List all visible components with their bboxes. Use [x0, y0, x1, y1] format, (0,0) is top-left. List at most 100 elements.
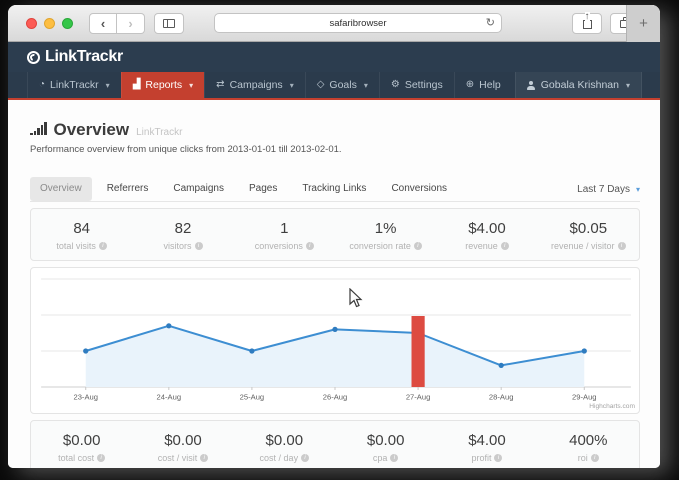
- info-icon[interactable]: i: [195, 242, 203, 250]
- stat-label-text: conversion rate: [349, 241, 411, 251]
- stat-label-text: revenue: [465, 241, 498, 251]
- stat-label-text: total cost: [58, 453, 94, 463]
- browser-window: ‹ › safaribrowser ↻ + LinkTrackr: [8, 5, 660, 468]
- x-axis-label: 24-Aug: [157, 393, 182, 402]
- tab-pages[interactable]: Pages: [239, 177, 287, 201]
- stat-label: cost / dayi: [234, 453, 335, 463]
- tab-referrers[interactable]: Referrers: [97, 177, 159, 201]
- back-button[interactable]: ‹: [89, 13, 117, 34]
- nav-item-label: Help: [479, 79, 501, 91]
- stat-label: visitorsi: [132, 241, 233, 251]
- help-icon: ⊕: [466, 80, 474, 90]
- nav-item-settings[interactable]: ⚙Settings: [379, 72, 454, 98]
- stat-label: total visitsi: [31, 241, 132, 251]
- info-icon[interactable]: i: [390, 454, 398, 462]
- globe-icon: ◔: [39, 80, 45, 90]
- nav-item-help[interactable]: ⊕ Help: [454, 72, 512, 98]
- x-axis-label: 28-Aug: [489, 393, 514, 402]
- stat-label: cpai: [335, 453, 436, 463]
- address-text: safaribrowser: [329, 18, 386, 29]
- nav-item-campaigns[interactable]: ⇄ Campaigns ▾: [204, 72, 305, 98]
- info-icon[interactable]: i: [591, 454, 599, 462]
- browser-toolbar: ‹ › safaribrowser ↻ +: [8, 5, 660, 42]
- stat-value: $4.00: [436, 220, 537, 237]
- stat-label: roii: [538, 453, 639, 463]
- web-page: LinkTrackr ◔LinkTrackr▾▟Reports▾⇄Campaig…: [8, 42, 660, 468]
- reload-icon[interactable]: ↻: [486, 14, 495, 33]
- x-axis-label: 27-Aug: [406, 393, 431, 402]
- date-range-dropdown[interactable]: Last 7 Days ▾: [577, 184, 640, 195]
- stat-total-visits: 84 total visitsi: [31, 220, 132, 251]
- sidebar-icon: [163, 19, 175, 28]
- logo-text: LinkTrackr: [45, 48, 123, 66]
- site-header: LinkTrackr: [8, 42, 660, 72]
- stat-label: profiti: [436, 453, 537, 463]
- info-icon[interactable]: i: [414, 242, 422, 250]
- stat-cost-day: $0.00 cost / dayi: [234, 432, 335, 463]
- nav-item-label: Campaigns: [230, 79, 283, 91]
- stat-total-cost: $0.00 total costi: [31, 432, 132, 463]
- stat-label-text: revenue / visitor: [551, 241, 615, 251]
- page-title-suffix: LinkTrackr: [136, 127, 182, 138]
- stat-visitors: 82 visitorsi: [132, 220, 233, 251]
- stat-value: $0.00: [234, 432, 335, 449]
- close-button[interactable]: [26, 18, 37, 29]
- share-button[interactable]: [572, 13, 602, 34]
- nav-item-label: Settings: [405, 79, 443, 91]
- user-menu-label: Gobala Krishnan: [541, 79, 619, 91]
- stat-value: 84: [31, 220, 132, 237]
- nav-item-label: LinkTrackr: [50, 79, 99, 91]
- x-axis-label: 29-Aug: [572, 393, 597, 402]
- site-logo[interactable]: LinkTrackr: [27, 48, 123, 66]
- info-icon[interactable]: i: [618, 242, 626, 250]
- nav-item-reports[interactable]: ▟Reports▾: [121, 72, 204, 98]
- minimize-button[interactable]: [44, 18, 55, 29]
- chevron-down-icon: ▾: [106, 81, 110, 90]
- stats-panel-top: 84total visitsi82visitorsi1conversionsi1…: [30, 208, 640, 261]
- page-title: Overview: [54, 120, 130, 140]
- nav-item-linktrackr[interactable]: ◔ LinkTrackr ▾: [27, 72, 121, 98]
- tab-overview[interactable]: Overview: [30, 177, 92, 201]
- stat-label-text: cost / visit: [158, 453, 198, 463]
- info-icon[interactable]: i: [501, 242, 509, 250]
- shuffle-icon: ⇄: [216, 80, 224, 90]
- new-tab-button[interactable]: +: [626, 5, 660, 42]
- tab-campaigns[interactable]: Campaigns: [163, 177, 234, 201]
- tab-conversions[interactable]: Conversions: [381, 177, 457, 201]
- info-icon[interactable]: i: [301, 454, 309, 462]
- forward-icon: ›: [128, 16, 132, 31]
- sidebar-toggle-button[interactable]: [154, 13, 184, 34]
- address-bar[interactable]: safaribrowser ↻: [214, 13, 502, 33]
- chevron-down-icon: ▾: [189, 81, 193, 90]
- stat-label-text: cpa: [373, 453, 388, 463]
- stat-label-text: profit: [471, 453, 491, 463]
- highcharts-credit[interactable]: Highcharts.com: [589, 403, 635, 410]
- info-icon[interactable]: i: [494, 454, 502, 462]
- tab-tracking-links[interactable]: Tracking Links: [292, 177, 376, 201]
- page-content: Overview LinkTrackr Performance overview…: [8, 100, 660, 468]
- chevron-down-icon: ▾: [636, 185, 640, 194]
- stat-value: $0.00: [31, 432, 132, 449]
- user-menu[interactable]: Gobala Krishnan ▾: [515, 72, 642, 98]
- stat-roi: 400%roii: [538, 432, 639, 463]
- stat-label-text: cost / day: [260, 453, 299, 463]
- info-icon[interactable]: i: [306, 242, 314, 250]
- chevron-down-icon: ▾: [290, 81, 294, 90]
- info-icon[interactable]: i: [97, 454, 105, 462]
- info-icon[interactable]: i: [200, 454, 208, 462]
- zoom-button[interactable]: [62, 18, 73, 29]
- stat-label-text: total visits: [56, 241, 96, 251]
- stat-value: 82: [132, 220, 233, 237]
- forward-button[interactable]: ›: [117, 13, 145, 34]
- user-icon: [527, 81, 536, 90]
- stat-value: $4.00: [436, 432, 537, 449]
- visits-area-chart: 23-Aug24-Aug25-Aug26-Aug27-Aug28-Aug29-A…: [31, 268, 639, 413]
- stat-label: cost / visiti: [132, 453, 233, 463]
- stat-label: conversion ratei: [335, 241, 436, 251]
- linktrackr-logo-icon: [27, 51, 40, 64]
- nav-item-goals[interactable]: ◇Goals▾: [305, 72, 379, 98]
- stat-label: revenuei: [436, 241, 537, 251]
- chevron-down-icon: ▾: [626, 81, 630, 90]
- info-icon[interactable]: i: [99, 242, 107, 250]
- back-icon: ‹: [101, 16, 105, 31]
